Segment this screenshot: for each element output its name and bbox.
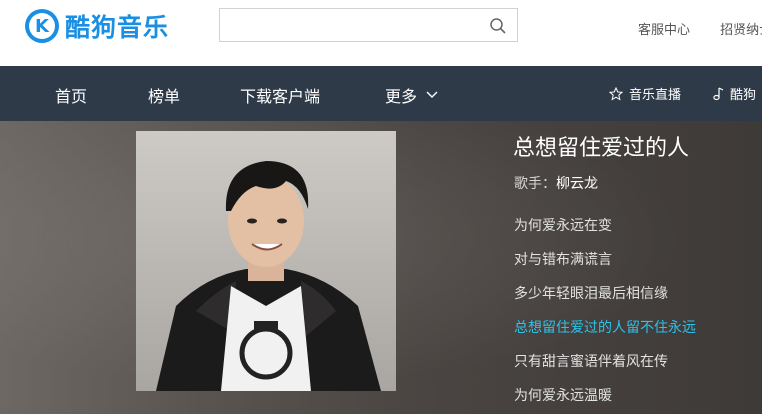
search-box — [219, 8, 518, 42]
artist-photo — [136, 131, 396, 391]
top-header: K 酷狗音乐 客服中心 招贤纳士 — [0, 0, 762, 66]
lyric-line: 为何爱永远温暖 — [514, 388, 612, 404]
kugou-logo[interactable]: K 酷狗音乐 — [25, 8, 169, 44]
nav-home[interactable]: 首页 — [55, 83, 87, 107]
logo-icon: K — [25, 9, 59, 43]
nav-more-label: 更多 — [385, 87, 418, 106]
lyric-line: 为何爱永远在变 — [514, 218, 612, 234]
song-title: 总想留住爱过的人 — [513, 136, 690, 161]
nav-download-client[interactable]: 下载客户端 — [240, 83, 320, 107]
lyric-line: 只有甜言蜜语伴着风在传 — [514, 354, 668, 370]
lyric-line-active: 总想留住爱过的人留不住永远 — [514, 320, 696, 336]
lyric-line: 对与错布满谎言 — [514, 252, 612, 268]
song-hero: 总想留住爱过的人 歌手：柳云龙 为何爱永远在变 对与错布满谎言 多少年轻眼泪最后… — [0, 121, 762, 414]
link-recruitment[interactable]: 招贤纳士 — [720, 23, 762, 38]
artist-name[interactable]: 柳云龙 — [556, 176, 598, 192]
nav-music-live[interactable]: 音乐直播 — [609, 84, 681, 103]
lyrics-list: 为何爱永远在变 对与错布满谎言 多少年轻眼泪最后相信缘 总想留住爱过的人留不住永… — [514, 217, 696, 414]
search-icon[interactable] — [489, 17, 507, 35]
search-input[interactable] — [220, 9, 496, 41]
lyric-line: 多少年轻眼泪最后相信缘 — [514, 286, 668, 302]
music-note-icon — [713, 86, 724, 100]
artist-label: 歌手： — [514, 176, 556, 192]
chevron-down-icon — [426, 91, 438, 98]
top-links: 客服中心 招贤纳士 — [638, 19, 762, 38]
star-icon — [609, 86, 623, 101]
logo-text: 酷狗音乐 — [65, 13, 170, 42]
artist-photo-art — [136, 131, 396, 391]
nav-music-live-label: 音乐直播 — [629, 88, 682, 103]
nav-charts[interactable]: 榜单 — [148, 83, 180, 107]
artist-line: 歌手：柳云龙 — [514, 173, 598, 193]
logo-letter: K — [29, 13, 55, 39]
main-nav: 首页 榜单 下载客户端 更多 音乐直播 酷狗 — [0, 66, 762, 121]
nav-kugou-label: 酷狗 — [730, 88, 757, 103]
nav-kugou-more[interactable]: 酷狗 — [712, 84, 756, 103]
nav-more[interactable]: 更多 — [385, 83, 439, 107]
link-customer-service[interactable]: 客服中心 — [638, 23, 690, 38]
